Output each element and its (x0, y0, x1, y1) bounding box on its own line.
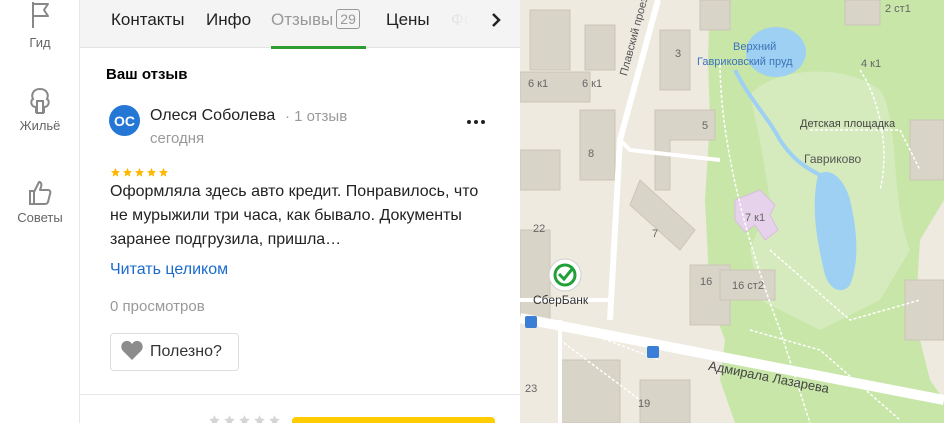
read-more-link[interactable]: Читать целиком (110, 261, 228, 279)
map-building-label: 3 (675, 48, 682, 60)
divider (80, 394, 520, 395)
avatar[interactable]: ОС (109, 105, 140, 136)
map-building-label: 22 (533, 223, 546, 235)
rail-item-label: Советы (17, 210, 63, 225)
rail-item-guide[interactable]: Гид (0, 0, 80, 50)
tab-prices[interactable]: Цены (386, 0, 430, 48)
tree-house-icon (25, 86, 55, 116)
review-rating (110, 165, 169, 177)
rail-item-housing[interactable]: Жильё (0, 86, 80, 133)
tab-contacts[interactable]: Контакты (111, 0, 184, 48)
map-building-label: 16 (700, 276, 713, 288)
write-review-button[interactable] (292, 417, 495, 423)
star-icon (158, 165, 169, 177)
author-review-count: · 1 отзыв (285, 108, 348, 125)
map-label-pond-2: Гавриковский пруд (697, 56, 793, 68)
review-text: Оформляла здесь авто кредит. Понравилось… (110, 183, 479, 248)
map-label-area-part: во (848, 152, 862, 166)
active-tab-indicator (271, 46, 366, 49)
rail-item-label: Гид (29, 35, 51, 50)
map-label-area: Гавриково (804, 152, 861, 166)
map-building-label: 7 (652, 228, 659, 240)
map-building-label: 5 (702, 120, 709, 132)
tab-reviews[interactable]: Отзывы 29 (271, 0, 366, 49)
star-icon (122, 165, 133, 177)
heart-icon (120, 339, 144, 366)
map-building-label: 23 (525, 383, 538, 395)
map[interactable]: Верхний Гавриковский пруд Детская площад… (520, 0, 944, 423)
review-author[interactable]: Олеся Соболева (150, 107, 275, 125)
rate-star-icon[interactable] (238, 414, 251, 423)
tab-bar: Контакты Инфо Отзывы29 Цены Фо (80, 0, 520, 49)
rate-star-icon[interactable] (223, 414, 236, 423)
tab-label: Цены (386, 10, 430, 29)
tab-info[interactable]: Инфо (206, 0, 251, 48)
map-building-label: 2 ст1 (885, 3, 911, 15)
map-building-label: 16 ст2 (732, 280, 764, 292)
map-label-playground: Детская площадка (800, 118, 896, 130)
review-date: сегодня (150, 130, 205, 147)
org-card-panel: Контакты Инфо Отзывы29 Цены Фо Ваш отзыв… (80, 0, 520, 423)
map-building-label: 6 к1 (528, 78, 549, 90)
star-icon (134, 165, 145, 177)
section-title: Ваш отзыв (106, 66, 188, 83)
map-label-sber: СберБанк (533, 293, 589, 307)
left-rail: Гид Жильё Советы (0, 0, 80, 423)
more-options-icon[interactable] (464, 112, 488, 132)
views-count: 0 просмотров (110, 298, 205, 315)
tab-label: Отзывы (271, 10, 334, 29)
rail-item-label: Жильё (19, 118, 61, 133)
useful-button[interactable]: Полезно? (110, 333, 239, 371)
map-building-label: 6 к1 (582, 78, 603, 90)
tab-label: Контакты (111, 10, 185, 29)
map-building-label: 8 (588, 148, 595, 160)
rate-star-icon[interactable] (253, 414, 266, 423)
review-count-badge: 29 (336, 9, 360, 29)
rail-item-tips[interactable]: Советы (0, 178, 80, 225)
star-icon (146, 165, 157, 177)
map-label-area-part: Гаврико (804, 152, 849, 166)
map-building-label: 7 к1 (745, 212, 766, 224)
tab-label: Инфо (206, 10, 252, 29)
chevron-right-icon[interactable] (484, 8, 508, 32)
map-label-pond: Верхний (733, 41, 777, 53)
star-icon (110, 165, 121, 177)
map-building-label: 19 (638, 398, 651, 410)
map-building-label: 4 к1 (861, 58, 882, 70)
rate-star-icon[interactable] (208, 414, 221, 423)
thumbs-up-icon (25, 178, 55, 208)
rate-stars[interactable] (208, 414, 281, 423)
flag-icon (25, 0, 55, 30)
useful-button-label: Полезно? (150, 343, 222, 360)
rate-star-icon[interactable] (268, 414, 281, 423)
